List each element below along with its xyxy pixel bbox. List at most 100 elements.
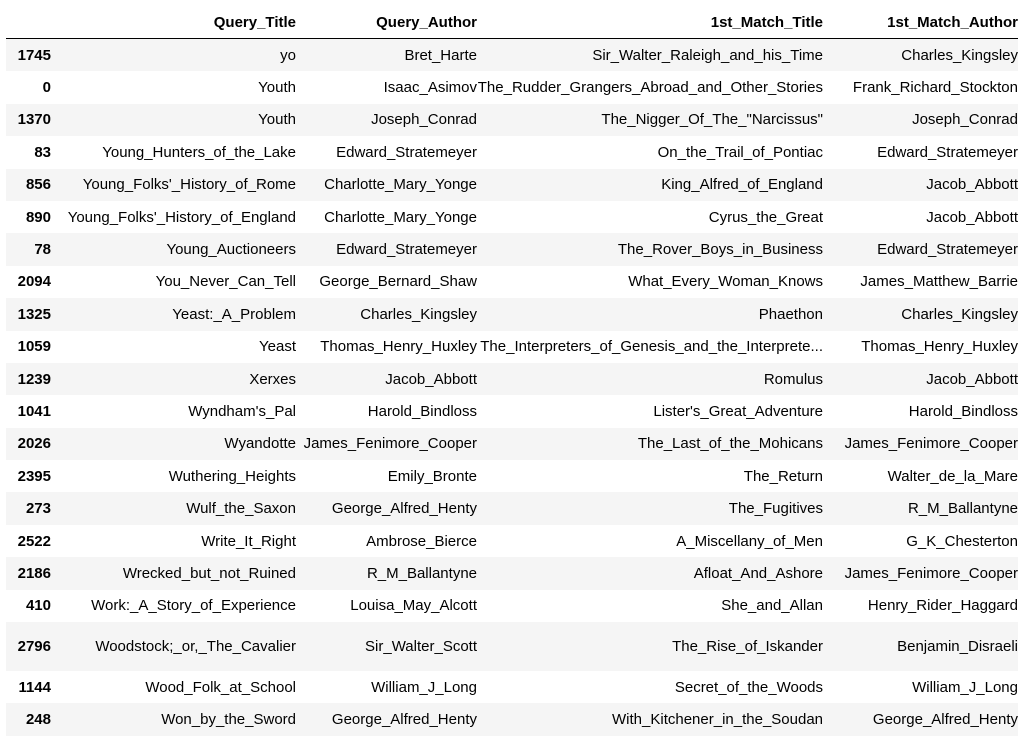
match-author-cell: Charles_Kingsley	[901, 46, 1018, 64]
match-title-cell: King_Alfred_of_England	[661, 176, 823, 194]
row-index: 2094	[17, 273, 51, 291]
query-author-cell: Joseph_Conrad	[371, 111, 477, 129]
table-row: 83 Young_Hunters_of_the_Lake Edward_Strate…	[6, 136, 1018, 169]
match-title-cell: A_Miscellany_of_Men	[676, 532, 823, 550]
row-index: 2395	[17, 467, 51, 485]
query-author-cell: Emily_Bronte	[387, 467, 477, 485]
match-author-cell: Henry_Rider_Haggard	[867, 597, 1018, 615]
row-index: 2522	[17, 532, 51, 550]
row-index: 273	[25, 500, 51, 518]
match-title-cell: The_Last_of_the_Mohicans	[637, 435, 823, 453]
table-row: 2186 Wrecked_but_not_Ruined R_M_Ballantyne…	[6, 557, 1018, 590]
row-index: 1370	[17, 111, 51, 129]
match-author-cell: Edward_Stratemeyer	[877, 143, 1018, 161]
match-author-cell: William_J_Long	[912, 678, 1018, 696]
match-title-cell: Afloat_And_Ashore	[693, 564, 823, 582]
match-title-cell: What_Every_Woman_Knows	[628, 273, 823, 291]
query-author-cell: Louisa_May_Alcott	[350, 597, 477, 615]
query-author-cell: R_M_Ballantyne	[366, 564, 477, 582]
query-author-cell: Jacob_Abbott	[385, 370, 477, 388]
match-title-cell: Romulus	[763, 370, 823, 388]
row-index: 1144	[18, 678, 51, 696]
table-row: 78 Young_Auctioneers Edward_Stratemeyer The…	[6, 233, 1018, 266]
match-title-cell: She_and_Allan	[721, 597, 823, 615]
query-title-cell: You_Never_Can_Tell	[155, 273, 296, 291]
match-author-cell: Benjamin_Disraeli	[897, 638, 1018, 656]
match-author-cell: Charles_Kingsley	[901, 305, 1018, 323]
match-author-cell: Joseph_Conrad	[912, 111, 1018, 129]
query-title-cell: yo	[280, 46, 296, 64]
row-index: 0	[42, 79, 51, 97]
index-header	[6, 6, 51, 39]
query-author-cell: George_Alfred_Henty	[331, 500, 477, 518]
match-title-cell: The_Rover_Boys_in_Business	[617, 241, 823, 259]
match-author-cell: James_Fenimore_Cooper	[844, 564, 1018, 582]
match-title-cell: Lister's_Great_Adventure	[653, 402, 823, 420]
query-title-cell: Write_It_Right	[201, 532, 296, 550]
match-title-cell: The_Fugitives	[728, 500, 823, 518]
query-author-cell: Ambrose_Bierce	[366, 532, 477, 550]
query-author-cell: Bret_Harte	[404, 46, 477, 64]
match-title-cell: The_Rudder_Grangers_Abroad_and_Other_Sto…	[477, 79, 823, 97]
table-row: 890 Young_Folks'_History_of_England Charlo…	[6, 200, 1018, 234]
match-title-cell: The_Return	[743, 467, 823, 485]
dataframe-table: Query_Title Query_Author 1st_Match_Title…	[6, 6, 1018, 736]
table-row: 273 Wulf_the_Saxon George_Alfred_Henty The_…	[6, 492, 1018, 525]
row-index: 2026	[17, 435, 51, 453]
match-author-cell: Walter_de_la_Mare	[887, 467, 1018, 485]
match-author-cell: James_Matthew_Barrie	[860, 273, 1018, 291]
table-row: 1745 yo Bret_Harte Sir_Walter_Raleigh_and_h…	[6, 38, 1018, 72]
table-row: 2522 Write_It_Right Ambrose_Bierce A_Miscel…	[6, 524, 1018, 558]
table-row: 248 Won_by_the_Sword George_Alfred_Henty Wi…	[6, 703, 1018, 736]
query-author-cell: Charles_Kingsley	[360, 305, 477, 323]
table-row: 0 Youth Isaac_Asimov The_Rudder_Grangers_Ab…	[6, 71, 1018, 104]
table-row: 2395 Wuthering_Heights Emily_Bronte The_Ret…	[6, 460, 1018, 493]
query-title-cell: Yeast:_A_Problem	[172, 305, 296, 323]
table-row: 1144 Wood_Folk_at_School William_J_Long Sec…	[6, 671, 1018, 704]
match-title-cell: Cyrus_the_Great	[708, 208, 823, 226]
query-title-cell: Young_Folks'_History_of_England	[67, 208, 296, 226]
row-index: 890	[25, 208, 51, 226]
match-title-cell: Phaethon	[758, 305, 823, 323]
match-title-cell: The_Nigger_Of_The_"Narcissus"	[601, 111, 823, 129]
table-row: 856 Young_Folks'_History_of_Rome Charlotte…	[6, 168, 1018, 201]
match-title-cell: Sir_Walter_Raleigh_and_his_Time	[592, 46, 823, 64]
match-title-cell: On_the_Trail_of_Pontiac	[657, 143, 823, 161]
row-index: 83	[34, 143, 51, 161]
table-row: 2094 You_Never_Can_Tell George_Bernard_Sha…	[6, 265, 1018, 299]
match-author-cell: Jacob_Abbott	[926, 370, 1018, 388]
query-author-cell: Isaac_Asimov	[383, 79, 477, 97]
match-author-cell: Thomas_Henry_Huxley	[861, 338, 1018, 356]
table-body: 1745 yo Bret_Harte Sir_Walter_Raleigh_and_h…	[6, 38, 1018, 736]
match-author-cell: Jacob_Abbott	[926, 176, 1018, 194]
table-row: 1059 Yeast Thomas_Henry_Huxley The_Interpre…	[6, 330, 1018, 363]
match-author-cell: George_Alfred_Henty	[872, 711, 1018, 729]
match-author-cell: Jacob_Abbott	[926, 208, 1018, 226]
table-row: 1041 Wyndham's_Pal Harold_Bindloss Lister's…	[6, 395, 1018, 428]
match-title-cell: Secret_of_the_Woods	[674, 678, 823, 696]
query-title-header: Query_Title	[51, 6, 296, 39]
match-author-cell: Harold_Bindloss	[908, 402, 1018, 420]
query-author-cell: Sir_Walter_Scott	[365, 638, 477, 656]
query-author-cell: Thomas_Henry_Huxley	[320, 338, 477, 356]
query-title-cell: Xerxes	[249, 370, 296, 388]
match-author-header: 1st_Match_Author	[823, 6, 1018, 39]
query-title-cell: Wrecked_but_not_Ruined	[122, 564, 296, 582]
query-author-cell: James_Fenimore_Cooper	[303, 435, 477, 453]
table-row: 410 Work:_A_Story_of_Experience Louisa_May…	[6, 589, 1018, 623]
query-title-cell: Woodstock;_or,_The_Cavalier	[95, 638, 296, 656]
query-title-cell: Won_by_the_Sword	[161, 711, 296, 729]
table-row: 2796 Woodstock;_or,_The_Cavalier Sir_Walte…	[6, 622, 1018, 672]
table-row: 1325 Yeast:_A_Problem Charles_Kingsley Phae…	[6, 298, 1018, 331]
query-author-cell: Charlotte_Mary_Yonge	[324, 208, 477, 226]
row-index: 2796	[17, 638, 51, 656]
row-index: 1041	[17, 402, 51, 420]
row-index: 1059	[17, 338, 51, 356]
row-index: 248	[25, 711, 51, 729]
row-index: 1239	[17, 370, 51, 388]
query-title-cell: Youth	[258, 79, 296, 97]
row-index: 856	[25, 176, 51, 194]
query-author-cell: Charlotte_Mary_Yonge	[324, 176, 477, 194]
query-author-cell: William_J_Long	[371, 678, 477, 696]
match-title-header: 1st_Match_Title	[477, 6, 823, 39]
